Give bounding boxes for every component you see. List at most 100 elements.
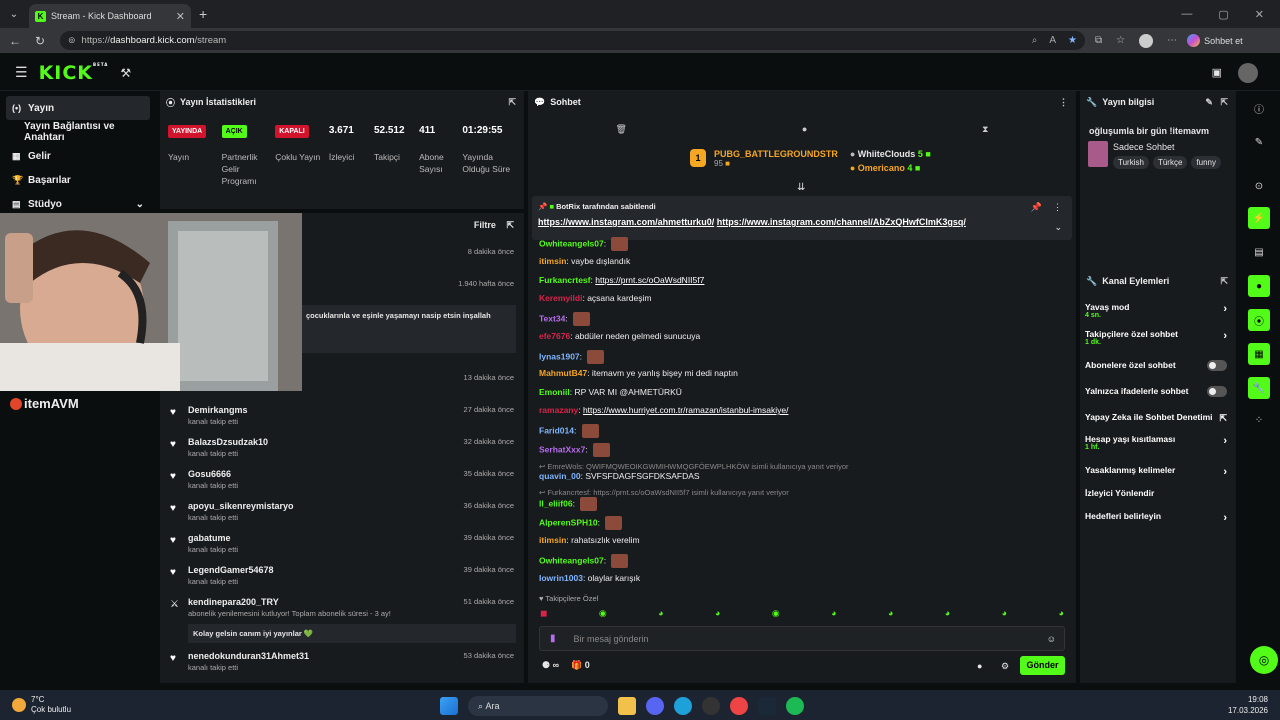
channel-action[interactable]: Yasaklanmış kelimeler › bbox=[1085, 465, 1233, 478]
channel-action[interactable]: Abonelere özel sohbet bbox=[1085, 360, 1233, 371]
popout-icon[interactable]: ⇱ bbox=[508, 97, 516, 108]
kick-logo[interactable]: KICKBETA bbox=[39, 62, 109, 84]
channel-action[interactable]: Takipçilere özel sohbet 1 dk. › bbox=[1085, 329, 1233, 346]
target-icon[interactable]: ⊙ bbox=[1248, 175, 1270, 197]
chat-username[interactable]: Iynas1907 bbox=[539, 351, 580, 361]
emote-icon[interactable]: ◕ bbox=[1058, 608, 1063, 619]
chat-username[interactable]: Owhiteangels07 bbox=[539, 238, 604, 248]
extensions-icon[interactable]: ⧉ bbox=[1095, 35, 1102, 46]
chat-username[interactable]: efe7676 bbox=[539, 331, 570, 341]
unpin-icon[interactable]: 📌 bbox=[1031, 202, 1042, 213]
emote-icon[interactable]: ◉ bbox=[772, 608, 780, 619]
trash-icon[interactable]: 🗑 bbox=[615, 124, 626, 138]
sidebar-item-gelir[interactable]: ▦ Gelir bbox=[0, 144, 156, 168]
copilot-button[interactable]: Sohbet et bbox=[1187, 34, 1243, 47]
chat-username[interactable]: Text34 bbox=[539, 313, 565, 323]
emote-icon[interactable]: ◼ bbox=[540, 608, 547, 619]
expand-icon[interactable]: ⇊ bbox=[797, 182, 805, 193]
close-window-icon[interactable]: ✕ bbox=[1255, 8, 1264, 21]
edge-icon[interactable] bbox=[674, 697, 692, 715]
filter-button[interactable]: Filtre ⇱ bbox=[474, 220, 514, 231]
chat-username[interactable]: itimsin bbox=[539, 535, 566, 545]
channel-action[interactable]: İzleyici Yönlendir bbox=[1085, 488, 1233, 498]
toggle-switch[interactable] bbox=[1207, 386, 1227, 397]
chevron-down-icon[interactable]: ⌄ bbox=[136, 199, 144, 210]
broadcast-icon[interactable]: ⦿ bbox=[1248, 309, 1270, 331]
chat-username[interactable]: Furkancrtesf bbox=[539, 275, 591, 285]
new-tab-icon[interactable]: + bbox=[199, 6, 207, 22]
tag-chip[interactable]: Türkçe bbox=[1152, 156, 1188, 169]
chat-username[interactable]: SerhatXxx7 bbox=[539, 444, 585, 454]
hourglass-icon[interactable]: ⧗ bbox=[982, 124, 988, 138]
browser-tab-active[interactable]: K Stream - Kick Dashboard ✕ bbox=[29, 4, 191, 28]
hammer-icon[interactable]: ⚒ bbox=[120, 66, 131, 80]
sidebar-item-stream-key[interactable]: Yayın Bağlantısı ve Anahtarı bbox=[0, 120, 156, 144]
emote-icon[interactable]: ◉ bbox=[599, 608, 607, 619]
channel-action[interactable]: Yalnızca ifadelerle sohbet bbox=[1085, 386, 1233, 397]
maximize-icon[interactable]: ▢ bbox=[1218, 8, 1228, 21]
chat-username[interactable]: ll_eliif06 bbox=[539, 498, 573, 508]
emote-icon[interactable]: ◕ bbox=[945, 608, 950, 619]
url-field[interactable]: ⊚ https://dashboard.kick.com/stream ⌕ A … bbox=[60, 31, 1085, 50]
popout-icon[interactable]: ⇱ bbox=[1220, 276, 1228, 287]
back-icon[interactable]: ← bbox=[5, 34, 25, 48]
theater-icon[interactable]: ▣ bbox=[1212, 66, 1222, 79]
gear-icon[interactable]: ⚙ bbox=[1001, 661, 1009, 672]
points-icon[interactable]: ⚈ ∞ bbox=[542, 660, 559, 671]
weather-widget[interactable]: 7°C Çok bulutlu bbox=[12, 695, 71, 715]
send-button[interactable]: Gönder bbox=[1020, 656, 1065, 675]
clipboard-icon[interactable]: ▤ bbox=[1248, 241, 1270, 263]
mic-icon[interactable]: ▮ bbox=[550, 633, 556, 644]
chat-settings-icon[interactable]: ● bbox=[977, 661, 982, 671]
layout-icon[interactable]: ▦ bbox=[1248, 343, 1270, 365]
more-icon[interactable]: ⋯ bbox=[1167, 35, 1177, 46]
gift-icon[interactable]: 🎁 0 bbox=[571, 660, 590, 671]
chat-more-icon[interactable]: ⋮ bbox=[1059, 97, 1068, 108]
chat-icon[interactable]: ● bbox=[1248, 275, 1270, 297]
apps-icon[interactable]: ⁘ bbox=[1248, 409, 1270, 431]
close-tab-icon[interactable]: ✕ bbox=[176, 10, 185, 23]
emote-icon[interactable]: ◕ bbox=[1002, 608, 1007, 619]
chat-username[interactable]: Emoniil bbox=[539, 387, 570, 397]
obs-icon[interactable] bbox=[702, 697, 720, 715]
site-info-icon[interactable]: ⊚ bbox=[68, 35, 76, 46]
pencil-icon[interactable]: ✎ bbox=[1248, 131, 1270, 153]
chat-link[interactable]: https://www.hurriyet.com.tr/ramazan/ista… bbox=[583, 405, 788, 415]
reload-icon[interactable]: ↻ bbox=[30, 34, 50, 48]
tag-chip[interactable]: Turkish bbox=[1113, 156, 1149, 169]
toggle-switch[interactable] bbox=[1207, 360, 1227, 371]
chat-username[interactable]: Iowrin1003 bbox=[539, 573, 583, 583]
pinned-link-1[interactable]: https://www.instagram.com/ahmetturku0/ bbox=[538, 217, 714, 227]
windows-start-icon[interactable] bbox=[440, 697, 458, 715]
support-icon[interactable]: ◎ bbox=[1250, 646, 1278, 674]
chat-username[interactable]: AlperenSPH10 bbox=[539, 517, 598, 527]
taskbar-clock[interactable]: 19:08 17.03.2026 bbox=[1228, 694, 1268, 716]
discord-icon[interactable] bbox=[646, 697, 664, 715]
read-aloud-icon[interactable]: A bbox=[1049, 35, 1056, 46]
favorites-icon[interactable]: ☆ bbox=[1116, 35, 1125, 46]
channel-action[interactable]: Hedefleri belirleyin › bbox=[1085, 511, 1233, 524]
chat-username[interactable]: Keremyildi bbox=[539, 293, 582, 303]
lightning-icon[interactable]: ⚡ bbox=[1248, 207, 1270, 229]
steam-icon[interactable] bbox=[758, 697, 776, 715]
menu-icon[interactable]: ☰ bbox=[15, 64, 28, 81]
info-icon[interactable]: ⓘ bbox=[1248, 97, 1270, 119]
emote-icon[interactable]: ◕ bbox=[658, 608, 663, 619]
channel-action[interactable]: Yapay Zeka ile Sohbet Denetimi ⇱ bbox=[1085, 412, 1233, 423]
emote-icon[interactable]: ◕ bbox=[888, 608, 893, 619]
avatar[interactable] bbox=[1238, 62, 1258, 83]
chat-bubble-icon[interactable]: ● bbox=[802, 124, 807, 138]
taskbar-search[interactable]: ⌕ Ara bbox=[468, 696, 608, 716]
pinned-expand-icon[interactable]: ⌄ bbox=[1054, 222, 1062, 233]
sidebar-item-yayin[interactable]: (•) Yayın bbox=[6, 96, 150, 120]
chat-username[interactable]: Farid014 bbox=[539, 425, 574, 435]
chat-input[interactable]: ▮ Bir mesaj gönderin ☺ bbox=[539, 626, 1065, 651]
tab-list-chevron-icon[interactable]: ⌄ bbox=[3, 3, 25, 25]
minimize-icon[interactable]: — bbox=[1181, 8, 1192, 21]
channel-action[interactable]: Yavaş mod 4 sn. › bbox=[1085, 302, 1233, 319]
profile-icon[interactable] bbox=[1139, 33, 1154, 48]
tag-chip[interactable]: funny bbox=[1191, 156, 1221, 169]
zoom-icon[interactable]: ⌕ bbox=[1032, 35, 1038, 46]
emote-icon[interactable]: ◕ bbox=[715, 608, 720, 619]
chat-username[interactable]: MahmutB47 bbox=[539, 368, 587, 378]
